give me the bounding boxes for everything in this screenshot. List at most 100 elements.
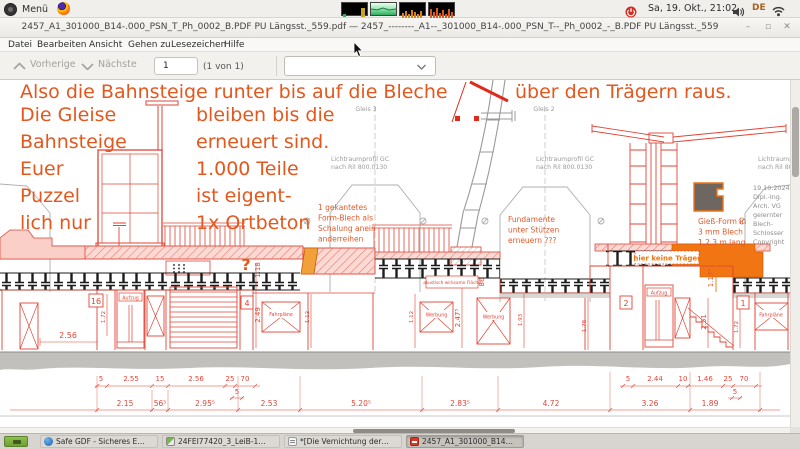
text-document-icon bbox=[288, 437, 297, 446]
minimize-button[interactable]: – bbox=[740, 20, 756, 35]
svg-text:2.53: 2.53 bbox=[261, 399, 278, 408]
taskbar-window-1[interactable]: Safe GDF - Sicheres E… bbox=[40, 435, 158, 448]
svg-text:Fahrpläne: Fahrpläne bbox=[759, 313, 783, 319]
svg-text:15: 15 bbox=[156, 375, 165, 383]
system-monitor-applet-4[interactable] bbox=[428, 2, 455, 16]
svg-text:Lichtraumprofil GC: Lichtraumprofil GC bbox=[536, 156, 594, 163]
system-monitor-applet-2[interactable] bbox=[370, 2, 397, 16]
svg-text:hier keine Träger: hier keine Träger bbox=[633, 255, 701, 263]
catenary-mast bbox=[451, 80, 515, 265]
clock[interactable]: Sa, 19. Okt., 21:02 bbox=[648, 3, 737, 14]
svg-text:?: ? bbox=[241, 255, 250, 274]
svg-text:25: 25 bbox=[226, 375, 235, 383]
svg-text:nach Ril 800.0130: nach Ril 800.0130 bbox=[536, 164, 592, 171]
maximize-button[interactable]: ▫ bbox=[760, 20, 776, 35]
keyboard-layout-indicator[interactable]: DE bbox=[752, 3, 766, 13]
firefox-launcher-icon[interactable] bbox=[57, 2, 70, 15]
svg-text:1,2,3 m lang: 1,2,3 m lang bbox=[698, 238, 746, 247]
svg-text:5: 5 bbox=[626, 375, 630, 383]
system-monitor-applet-3[interactable] bbox=[399, 2, 426, 16]
svg-text:Also die Bahnsteige runter bis: Also die Bahnsteige runter bis auf die B… bbox=[20, 81, 448, 103]
desktop-screen: Menü Sa, 19. Okt., 21:02 DE 2457_A1_3010… bbox=[0, 0, 800, 449]
svg-text:Dipl.-Ing.: Dipl.-Ing. bbox=[753, 193, 782, 201]
taskbar: Safe GDF - Sicheres E… 24FEI77420_3_LeiB… bbox=[0, 433, 800, 449]
taskbar-window-4-active[interactable]: 2457_A1_301000_B14… bbox=[406, 435, 524, 448]
svg-text:gelernter: gelernter bbox=[753, 211, 783, 219]
zoom-level-dropdown[interactable] bbox=[284, 56, 436, 76]
svg-text:70: 70 bbox=[241, 375, 250, 383]
applications-menu-button[interactable]: Menü bbox=[4, 1, 48, 17]
menu-gehen-zu[interactable]: Gehen zu bbox=[128, 40, 171, 50]
svg-text:1.46: 1.46 bbox=[697, 375, 713, 383]
svg-text:1.12: 1.12 bbox=[305, 311, 311, 323]
svg-text:1.17⁵: 1.17⁵ bbox=[707, 269, 715, 288]
chevron-down-icon bbox=[81, 62, 94, 70]
svg-text:2.49: 2.49 bbox=[254, 307, 262, 323]
menu-lesezeichen[interactable]: Lesezeichen bbox=[171, 40, 226, 50]
taskbar-window-2[interactable]: 24FEI77420_3_LeiB-1… bbox=[162, 435, 280, 448]
chevron-up-icon bbox=[13, 62, 26, 70]
svg-text:Fahrpläne: Fahrpläne bbox=[269, 312, 293, 318]
svg-text:Werbung: Werbung bbox=[483, 315, 505, 321]
svg-text:1.12: 1.12 bbox=[409, 311, 415, 323]
svg-text:5: 5 bbox=[733, 388, 737, 396]
window-titlebar[interactable]: 2457_A1_301000_B14-.000_PSN_T_Ph_0002_B.… bbox=[0, 18, 800, 38]
svg-text:bleiben bis die: bleiben bis die bbox=[196, 104, 334, 126]
svg-text:2.44: 2.44 bbox=[647, 375, 663, 383]
svg-text:56⁵: 56⁵ bbox=[154, 399, 167, 408]
svg-text:1.000 Teile: 1.000 Teile bbox=[196, 158, 299, 180]
svg-text:2.51: 2.51 bbox=[700, 314, 708, 330]
svg-text:3.26: 3.26 bbox=[642, 399, 659, 408]
vertical-scrollbar-thumb[interactable] bbox=[792, 107, 799, 177]
svg-text:1 gekantetes: 1 gekantetes bbox=[318, 203, 367, 212]
browser-icon bbox=[44, 437, 53, 446]
svg-text:Lichtraumprofil GC: Lichtraumprofil GC bbox=[331, 156, 389, 163]
svg-text:anderreihen: anderreihen bbox=[318, 235, 364, 244]
vertical-scrollbar[interactable] bbox=[790, 80, 800, 427]
svg-text:Gleis 3: Gleis 3 bbox=[355, 106, 376, 113]
system-monitor-applet-1[interactable] bbox=[341, 2, 368, 16]
svg-text:ist eigent-: ist eigent- bbox=[196, 185, 292, 207]
dropdown-chevron-icon bbox=[417, 64, 426, 70]
svg-text:5: 5 bbox=[99, 375, 103, 383]
svg-text:2.56: 2.56 bbox=[188, 375, 204, 383]
svg-text:25: 25 bbox=[724, 375, 733, 383]
room-labels: Aufzug Aufzug Fahrpläne Fahrpläne Werbun… bbox=[122, 291, 783, 321]
close-button[interactable]: ✕ bbox=[779, 20, 795, 35]
show-desktop-button[interactable] bbox=[4, 436, 28, 447]
svg-text:16: 16 bbox=[91, 297, 101, 306]
svg-text:1.72: 1.72 bbox=[101, 311, 107, 323]
svg-text:Schalung anein: Schalung anein bbox=[318, 224, 376, 233]
svg-text:2.15: 2.15 bbox=[117, 399, 134, 408]
menu-datei[interactable]: Datei bbox=[8, 40, 32, 50]
svg-text:2.56: 2.56 bbox=[59, 331, 77, 340]
menu-bearbeiten[interactable]: Bearbeiten bbox=[37, 40, 86, 50]
toolbar: Vorherige Nächste 1 (1 von 1) bbox=[0, 52, 800, 80]
pdf-canvas[interactable]: Also die Bahnsteige runter bis auf die B… bbox=[0, 80, 790, 427]
svg-text:akustisch wirksame Fläche: akustisch wirksame Fläche bbox=[423, 280, 481, 286]
taskbar-window-3[interactable]: *[Die Vernichtung der… bbox=[284, 435, 402, 448]
boxed-mark-texts: 16 4 2 1 bbox=[91, 297, 746, 308]
svg-text:Aufzug: Aufzug bbox=[651, 291, 668, 297]
svg-text:1.18: 1.18 bbox=[254, 262, 262, 278]
menu-hilfe[interactable]: Hilfe bbox=[224, 40, 244, 50]
svg-text:nach Ril 800: nach Ril 800 bbox=[758, 164, 790, 171]
page-number-input[interactable]: 1 bbox=[154, 57, 198, 75]
menu-ansicht[interactable]: Ansicht bbox=[89, 40, 122, 50]
svg-text:70: 70 bbox=[740, 375, 749, 383]
menubar: Datei Bearbeiten Ansicht Gehen zu Leseze… bbox=[0, 38, 800, 52]
svg-text:1.89: 1.89 bbox=[702, 399, 719, 408]
svg-text:2.47⁵: 2.47⁵ bbox=[454, 309, 462, 328]
svg-text:Bahnsteige: Bahnsteige bbox=[20, 131, 127, 153]
svg-text:Schlosser: Schlosser bbox=[753, 229, 784, 237]
distro-logo-icon bbox=[4, 3, 17, 16]
svg-text:Copyright: Copyright bbox=[753, 238, 785, 246]
svg-text:4: 4 bbox=[244, 299, 249, 308]
next-page-button[interactable]: Nächste bbox=[98, 59, 137, 70]
svg-text:Puzzel: Puzzel bbox=[20, 185, 80, 207]
svg-text:4.72: 4.72 bbox=[543, 399, 560, 408]
previous-page-button[interactable]: Vorherige bbox=[30, 59, 76, 70]
svg-text:Gieß-Form in: Gieß-Form in bbox=[698, 217, 746, 226]
svg-text:2.55: 2.55 bbox=[123, 375, 139, 383]
mouse-cursor bbox=[353, 42, 365, 58]
